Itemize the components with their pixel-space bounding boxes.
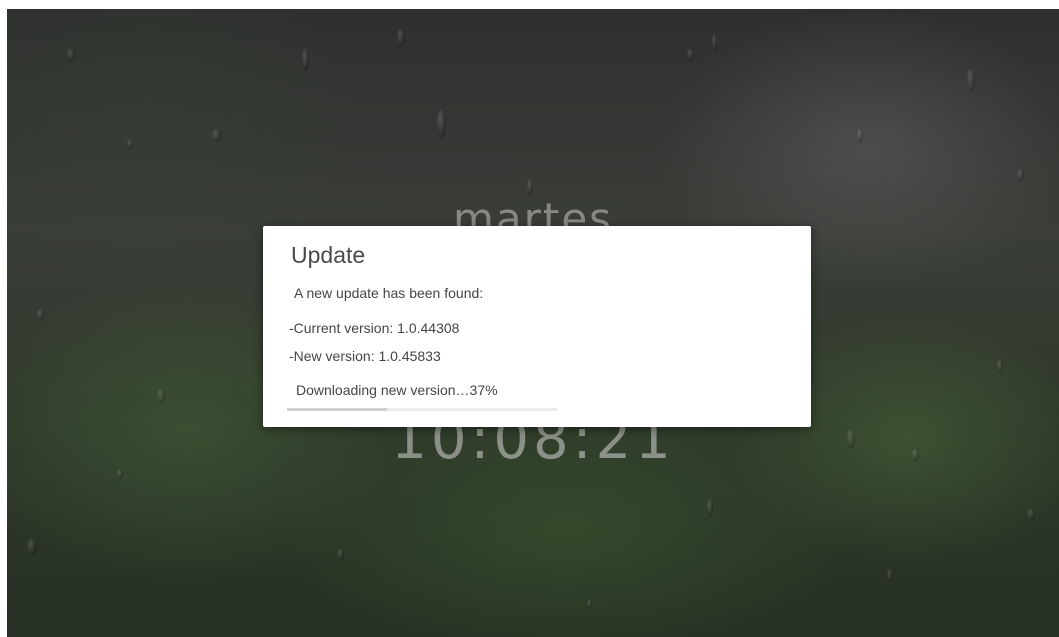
raindrop [712, 34, 717, 52]
raindrop [27, 539, 37, 555]
raindrop [587, 599, 592, 609]
raindrop [1027, 509, 1035, 521]
download-progress-bar [287, 408, 557, 411]
raindrop [302, 49, 309, 71]
raindrop [337, 549, 344, 561]
raindrop [687, 49, 694, 61]
raindrop [37, 309, 44, 321]
update-found-message: A new update has been found: [294, 285, 484, 301]
raindrop [887, 569, 893, 583]
raindrop [1017, 169, 1024, 181]
download-progress-fill [287, 408, 387, 411]
raindrop [127, 139, 133, 149]
dialog-title: Update [291, 242, 366, 268]
raindrop [967, 69, 975, 93]
current-version-text: -Current version: 1.0.44308 [289, 320, 460, 336]
download-status-text: Downloading new version…37% [296, 382, 498, 398]
raindrop [397, 29, 405, 47]
raindrop [997, 359, 1003, 373]
new-version-text: -New version: 1.0.45833 [289, 348, 441, 364]
raindrop [527, 179, 533, 195]
raindrop [212, 129, 221, 143]
raindrop [157, 389, 165, 403]
raindrop [67, 49, 75, 61]
update-dialog: Update A new update has been found: -Cur… [263, 226, 811, 427]
raindrop [857, 129, 863, 143]
raindrop [707, 499, 713, 517]
raindrop [437, 109, 446, 139]
